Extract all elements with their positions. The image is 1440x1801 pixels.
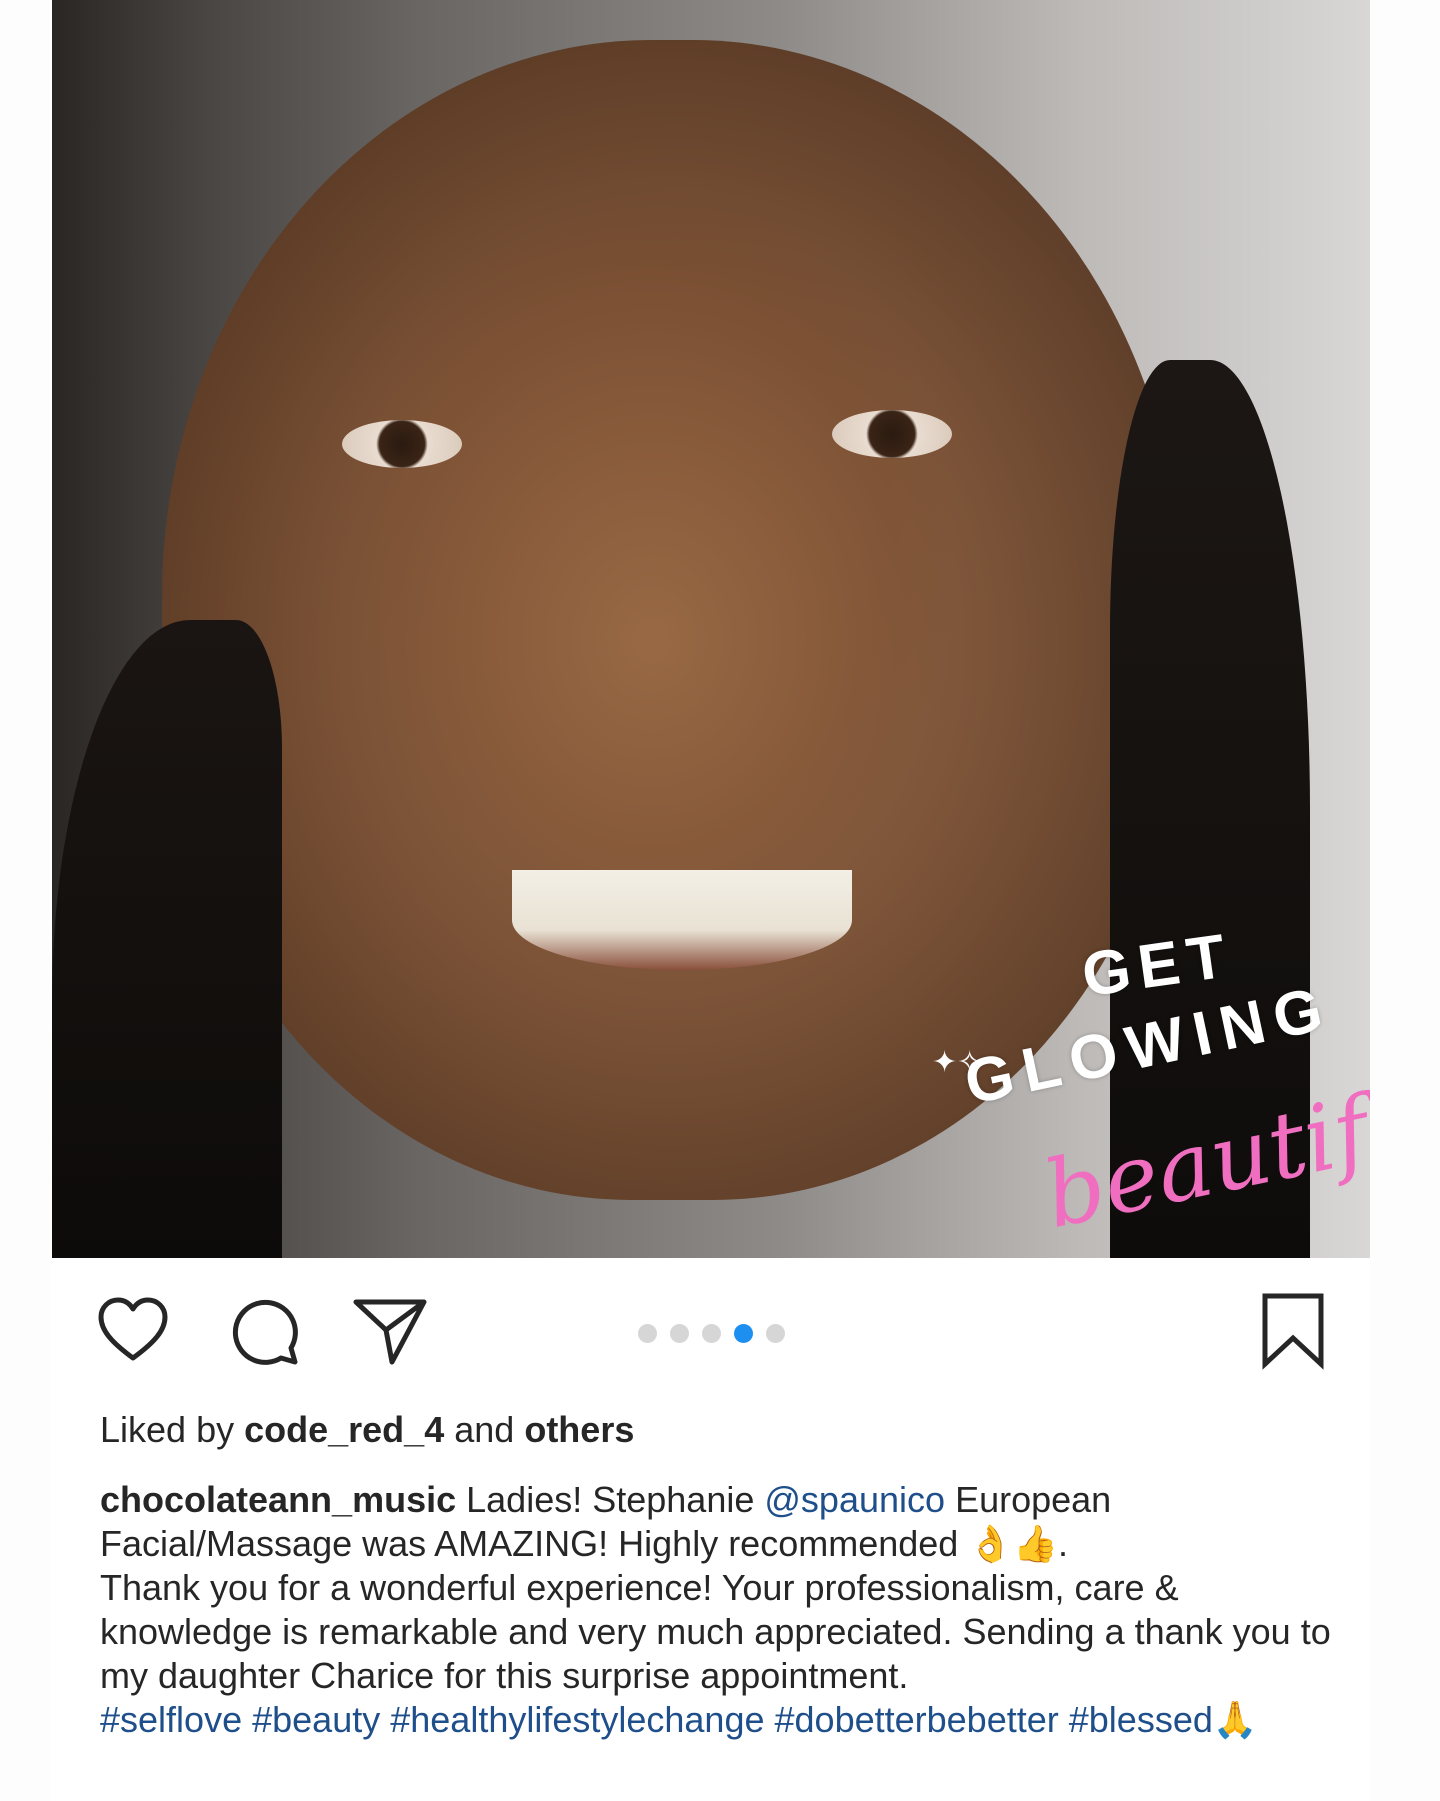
photo-hair-left [52,620,282,1258]
comment-icon[interactable] [225,1290,305,1370]
carousel-indicator [638,1324,785,1344]
carousel-dot[interactable] [670,1324,689,1343]
likes-line: Liked by code_red_4 and others [100,1408,1360,1452]
caption-text-1: Ladies! Stephanie [466,1479,755,1520]
photo-eye-left [342,420,462,468]
caption-username[interactable]: chocolateann_music [100,1479,456,1520]
praying-hands-icon: 🙏 [1212,1699,1258,1740]
carousel-dot-active[interactable] [734,1324,753,1343]
hashtag-selflove[interactable]: #selflove [100,1699,242,1740]
heart-icon[interactable] [93,1290,173,1370]
carousel-dot[interactable] [638,1324,657,1343]
post-actions-bar [50,1290,1370,1380]
likes-others[interactable]: others [524,1409,634,1450]
likes-and: and [454,1409,515,1450]
post-text: Liked by code_red_4 and others chocolate… [100,1408,1360,1742]
post-photo[interactable]: ✦✧ GET GLOWING beautiful [52,0,1370,1258]
caption-mention[interactable]: @spaunico [764,1479,945,1520]
caption-text-3: Thank you for a wonderful experience! Yo… [100,1567,1331,1696]
liker-username[interactable]: code_red_4 [244,1409,444,1450]
caption: chocolateann_music Ladies! Stephanie @sp… [100,1478,1360,1742]
hashtag-blessed[interactable]: #blessed [1069,1699,1213,1740]
hashtag-beauty[interactable]: #beauty [252,1699,380,1740]
photo-text-overlay: ✦✧ GET GLOWING beautiful [932,921,1370,1250]
share-icon[interactable] [350,1290,430,1370]
photo-eye-right [832,410,952,458]
photo-smile [512,870,852,970]
hashtag-healthylifestylechange[interactable]: #healthylifestylechange [390,1699,764,1740]
carousel-dot[interactable] [702,1324,721,1343]
carousel-dot[interactable] [766,1324,785,1343]
bookmark-icon[interactable] [1253,1290,1333,1370]
likes-prefix: Liked by [100,1409,235,1450]
hashtag-dobetterbebetter[interactable]: #dobetterbebetter [775,1699,1059,1740]
instagram-post: ✦✧ GET GLOWING beautiful Liked by code_r… [50,0,1370,1801]
